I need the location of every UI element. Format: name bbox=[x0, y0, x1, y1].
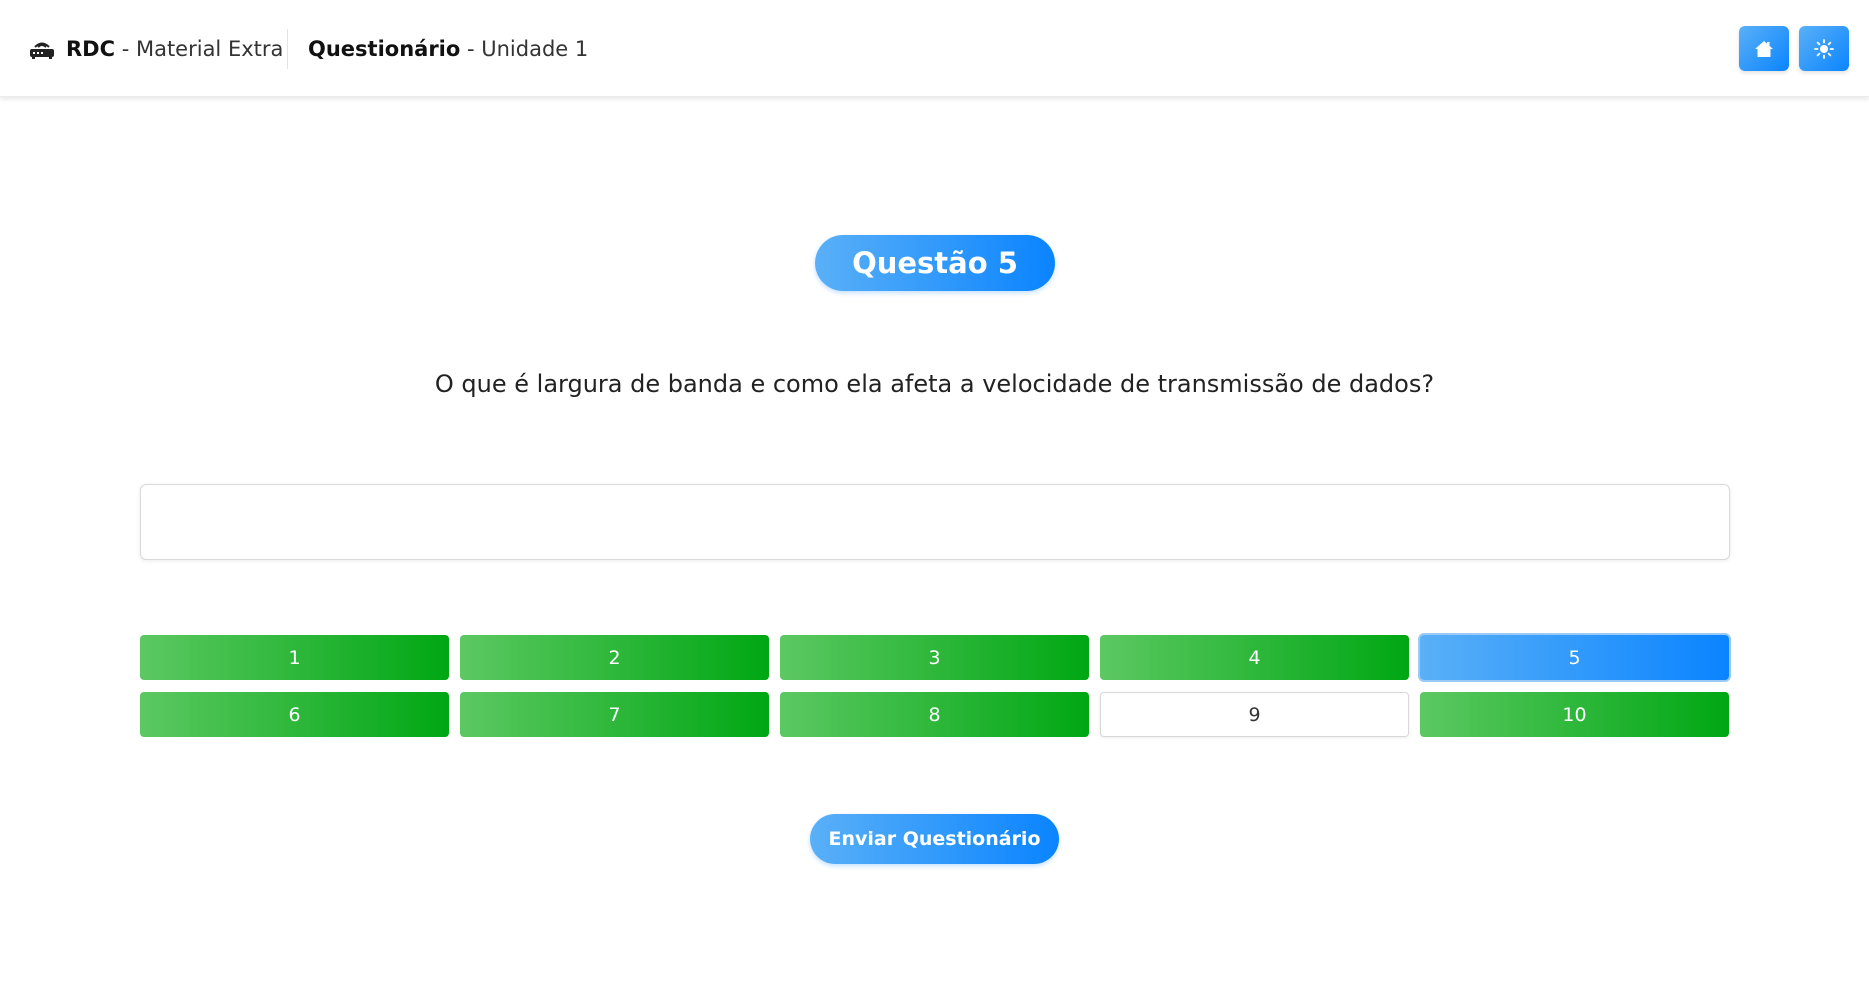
question-number-badge: Questão 5 bbox=[815, 235, 1055, 291]
app-subtitle: Material Extra bbox=[135, 37, 284, 61]
submit-quiz-button[interactable]: Enviar Questionário bbox=[810, 814, 1059, 864]
header-divider bbox=[287, 29, 288, 69]
question-nav-button-5[interactable]: 5 bbox=[1420, 635, 1729, 680]
theme-toggle-button[interactable] bbox=[1799, 26, 1849, 71]
question-nav-button-2[interactable]: 2 bbox=[460, 635, 769, 680]
page-subtitle: Unidade 1 bbox=[481, 37, 589, 61]
question-nav-button-8[interactable]: 8 bbox=[780, 692, 1089, 737]
question-nav-button-3[interactable]: 3 bbox=[780, 635, 1089, 680]
home-button[interactable] bbox=[1739, 26, 1789, 71]
page-title: Questionário bbox=[308, 37, 461, 61]
top-navbar: RDC - Material Extra Questionário - Unid… bbox=[0, 0, 1869, 97]
question-nav-button-1[interactable]: 1 bbox=[140, 635, 449, 680]
sun-icon bbox=[1814, 38, 1834, 59]
answer-input[interactable] bbox=[140, 484, 1730, 560]
page-breadcrumb: Questionário - Unidade 1 bbox=[308, 34, 588, 64]
question-nav-button-9[interactable]: 9 bbox=[1100, 692, 1409, 737]
home-icon bbox=[1755, 40, 1773, 57]
app-name: RDC bbox=[66, 37, 116, 61]
router-icon bbox=[30, 42, 54, 59]
page-separator: - bbox=[460, 37, 482, 61]
question-nav-button-6[interactable]: 6 bbox=[140, 692, 449, 737]
question-nav-button-7[interactable]: 7 bbox=[460, 692, 769, 737]
question-nav-button-4[interactable]: 4 bbox=[1100, 635, 1409, 680]
app-brand[interactable]: RDC - Material Extra bbox=[29, 34, 283, 64]
app-separator: - bbox=[115, 37, 136, 61]
question-text: O que é largura de banda e como ela afet… bbox=[434, 370, 1435, 398]
question-nav-button-10[interactable]: 10 bbox=[1420, 692, 1729, 737]
question-navigator: 1 2 3 4 5 6 7 8 9 10 bbox=[140, 635, 1730, 737]
